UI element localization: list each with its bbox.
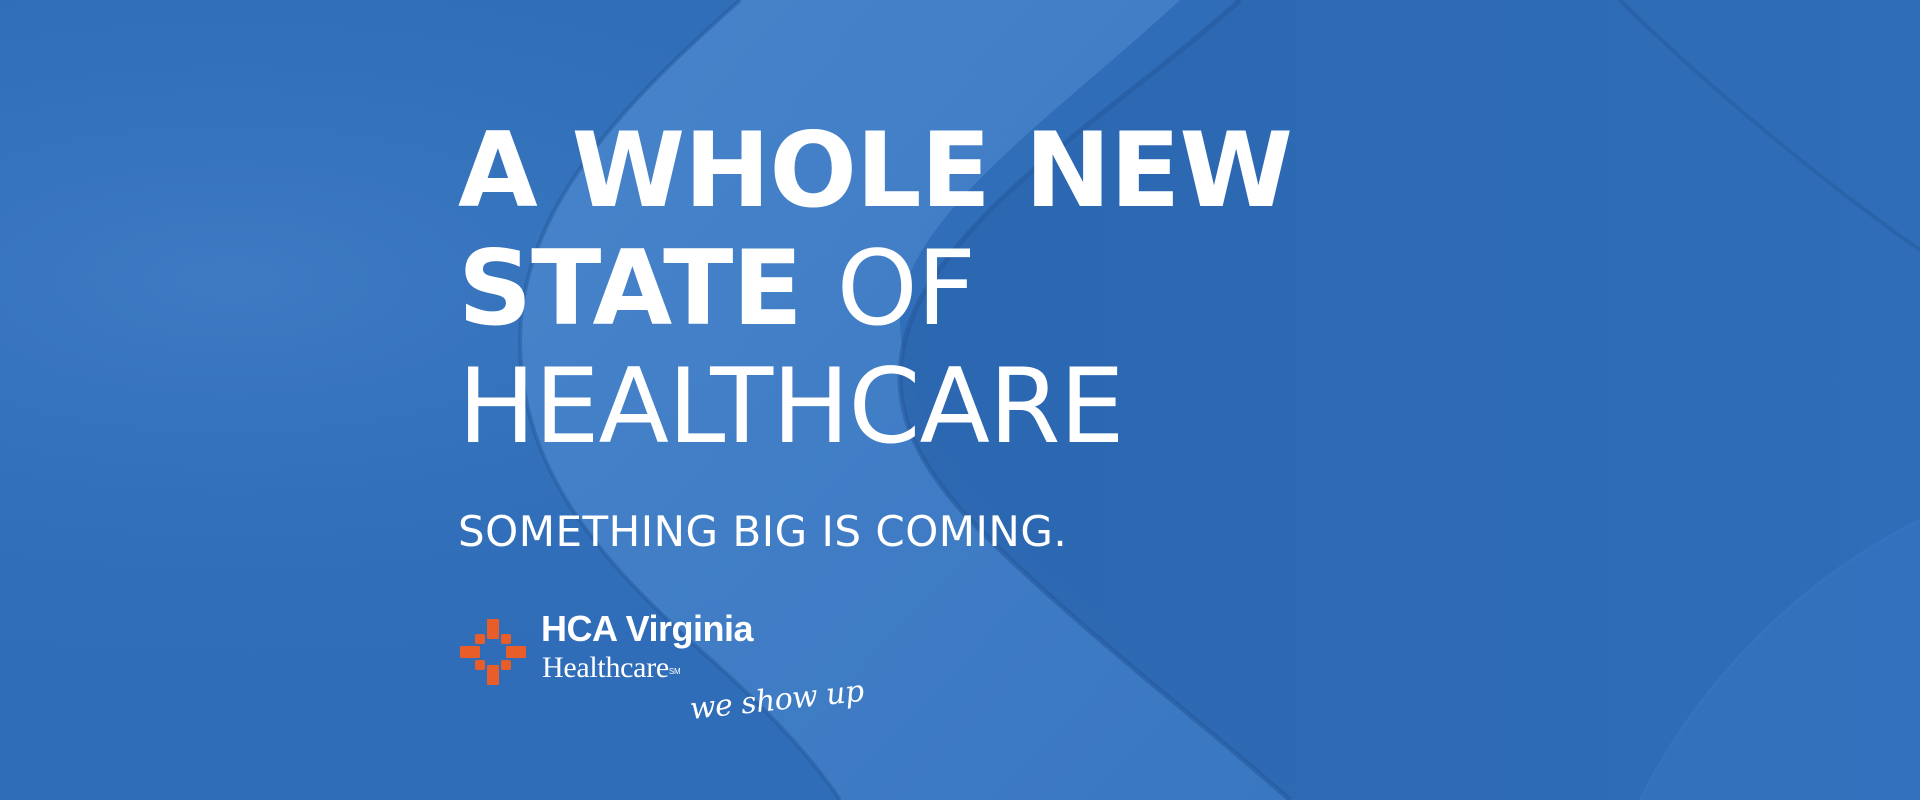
hca-virginia-logo: HCA Virginia HealthcareSM we show up (458, 607, 865, 747)
logo-name: HCA Virginia (541, 608, 754, 649)
headline-line-1: A WHOLE NEW (458, 111, 1293, 231)
headline-line-3: HEALTHCARE (458, 347, 1125, 467)
hero-banner: A WHOLE NEW STATE OF HEALTHCARE SOMETHIN… (0, 0, 1920, 800)
logo-slogan: we show up (688, 673, 866, 727)
logo-subtitle: HealthcareSM (542, 651, 681, 685)
headline-state-word: STATE (458, 229, 803, 349)
headline-of-word: OF (836, 229, 976, 349)
logo-subtitle-text: Healthcare (542, 651, 669, 684)
headline-line-2: STATE OF (458, 230, 1558, 348)
headline: A WHOLE NEW STATE OF HEALTHCARE (458, 112, 1558, 466)
cross-logo-icon (460, 619, 526, 685)
service-mark: SM (668, 667, 681, 676)
tagline: SOMETHING BIG IS COMING. (458, 507, 1068, 556)
hero-content: A WHOLE NEW STATE OF HEALTHCARE SOMETHIN… (458, 112, 1558, 727)
